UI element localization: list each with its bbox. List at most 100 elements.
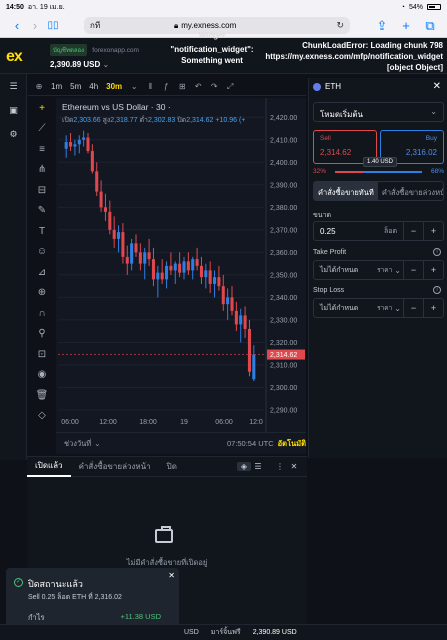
price-chart[interactable]: 2,420.00 2,410.00 2,400.00 2,390.00 2,380.00… xyxy=(56,98,306,432)
candle-body xyxy=(77,139,81,145)
share-icon[interactable]: ⇪ xyxy=(373,18,391,34)
ruler-icon[interactable]: ⊿ xyxy=(30,262,54,283)
exness-logo[interactable]: ex xyxy=(6,48,23,66)
tp-label: Take Profit xyxy=(313,249,347,256)
buy-price: 2,316.02 xyxy=(405,148,437,157)
chevron-down-icon[interactable]: ⌄ xyxy=(394,304,403,313)
tp-mode-select[interactable]: ราคา xyxy=(377,265,394,275)
layers-icon[interactable]: ☰ xyxy=(251,462,265,471)
sentiment-bar: 32% 68% xyxy=(313,168,444,176)
tabs-icon[interactable]: ⧉ xyxy=(421,18,439,34)
x-tick-label: 06:00 xyxy=(61,419,79,426)
channel-icon[interactable]: ≡ xyxy=(30,139,54,160)
indicators-icon[interactable]: ƒ xyxy=(159,82,173,91)
redo-icon[interactable]: ↷ xyxy=(207,82,221,91)
tp-input[interactable]: ไม่ได้กำหนด xyxy=(314,265,358,276)
sl-increase-button[interactable]: + xyxy=(423,299,443,317)
footer-margin-label: มาร์จิ้นฟรี xyxy=(210,629,241,636)
tp-decrease-button[interactable]: − xyxy=(403,261,423,279)
timeframe-1m[interactable]: 1m xyxy=(48,82,65,91)
volume-label: ขนาด xyxy=(313,212,332,219)
footer-margin-value: 2,390.89 USD xyxy=(252,629,297,636)
eye-icon[interactable]: ◉ xyxy=(30,365,54,386)
settings-icon[interactable]: ⚙ xyxy=(0,122,27,146)
sl-decrease-button[interactable]: − xyxy=(403,299,423,317)
trash-icon[interactable]: 🗑︎ xyxy=(30,385,54,406)
y-tick-label: 2,410.00 xyxy=(270,137,297,144)
order-mode-select[interactable]: โหมดเริ่มต้น ⌄ xyxy=(313,102,444,122)
candle-body xyxy=(169,265,173,271)
tab-open-positions[interactable]: เปิดแล้ว xyxy=(27,457,71,477)
x-tick-label: 19 xyxy=(180,419,188,426)
wifi-icon: ◔ xyxy=(400,3,405,11)
tab-market-order[interactable]: คำสั่งซื้อขายทันที xyxy=(314,182,378,200)
sl-mode-select[interactable]: ราคา xyxy=(377,303,394,313)
auto-scale-button[interactable]: อัตโนมัติ xyxy=(278,438,306,450)
trendline-icon[interactable]: ⟋ xyxy=(30,119,54,140)
chevron-down-icon[interactable]: ⌄ xyxy=(127,82,141,91)
layout-icon[interactable]: ⊞ xyxy=(175,82,189,91)
reader-aa-button[interactable]: กที xyxy=(90,19,100,32)
zoom-in-icon[interactable]: ⊕ xyxy=(30,283,54,304)
lock-icon[interactable]: ⊡ xyxy=(30,344,54,365)
date-range-button[interactable]: ช่วงวันที่ xyxy=(64,438,91,450)
volume-input[interactable]: 0.25 xyxy=(314,227,336,236)
tp-increase-button[interactable]: + xyxy=(423,261,443,279)
view-icon[interactable]: ◈ xyxy=(237,462,251,471)
undo-icon[interactable]: ↶ xyxy=(191,82,205,91)
candles-icon[interactable]: ⫴ xyxy=(143,82,157,92)
more-icon[interactable]: ⋮ xyxy=(273,462,287,471)
error-widget-top: Widget xyxy=(198,31,226,40)
chevron-down-icon[interactable]: ⌄ xyxy=(94,439,100,448)
volume-decrease-button[interactable]: − xyxy=(403,222,423,240)
pitchfork-icon[interactable]: ⋔ xyxy=(30,160,54,181)
tab-closed-positions[interactable]: ปิด xyxy=(159,457,185,477)
brush-icon[interactable]: ✎ xyxy=(30,201,54,222)
lock-drawing-icon[interactable]: ⚲ xyxy=(30,324,54,345)
info-icon[interactable]: i xyxy=(433,248,441,256)
fib-icon[interactable]: ⊟ xyxy=(30,180,54,201)
volume-increase-button[interactable]: + xyxy=(423,222,443,240)
text-icon[interactable]: T xyxy=(30,221,54,242)
panel-header: ETH xyxy=(313,82,341,91)
emoji-icon[interactable]: ☺ xyxy=(30,242,54,263)
sentiment-sell: 32% xyxy=(313,168,327,175)
reload-icon[interactable]: ↻ xyxy=(336,20,344,31)
new-tab-icon[interactable]: + xyxy=(397,18,415,34)
close-icon[interactable]: ✕ xyxy=(433,81,441,92)
sl-input[interactable]: ไม่ได้กำหนด xyxy=(314,303,358,314)
close-icon[interactable]: ✕ xyxy=(168,571,175,580)
volume-unit: ล็อต xyxy=(383,227,397,235)
timeframe-5m[interactable]: 5m xyxy=(67,82,84,91)
crosshair-icon[interactable]: + xyxy=(30,98,54,119)
toast-profit-label: กำไร xyxy=(28,613,45,622)
fullscreen-icon[interactable]: ⤢ xyxy=(223,82,237,92)
candle-body xyxy=(178,263,182,273)
y-tick-label: 2,320.00 xyxy=(270,340,297,347)
open-label: เปิด xyxy=(62,117,74,124)
sl-label: Stop Loss xyxy=(313,287,345,294)
add-symbol-icon[interactable]: ⊕ xyxy=(32,82,46,91)
tab-pending-positions[interactable]: คำสั่งซื้อขายล่วงหน้า xyxy=(71,457,159,477)
candle-body xyxy=(204,270,208,278)
candle-body xyxy=(195,259,199,266)
y-tick-label: 2,350.00 xyxy=(270,272,297,279)
tab-pending-order[interactable]: คำสั่งซื้อขายล่วงหน้า xyxy=(378,182,443,200)
timeframe-4h[interactable]: 4h xyxy=(86,82,101,91)
magnet-icon[interactable]: ∩ xyxy=(30,303,54,324)
check-icon: ✓ xyxy=(14,578,23,587)
bookmarks-icon[interactable]: ▯▯ xyxy=(44,20,62,31)
close-icon[interactable]: ✕ xyxy=(287,462,301,471)
calendar-icon[interactable]: ▣ xyxy=(0,98,27,122)
back-icon[interactable]: ‹ xyxy=(8,18,26,33)
chevron-down-icon[interactable]: ⌄ xyxy=(394,266,403,275)
chart-toolbar: ⊕ 1m 5m 4h 30m ⌄ ⫴ ƒ ⊞ ↶ ↷ ⤢ xyxy=(28,78,306,96)
forward-icon[interactable]: › xyxy=(26,18,44,33)
more-tools-icon[interactable]: ◇ xyxy=(30,406,54,427)
timeframe-30m[interactable]: 30m xyxy=(103,82,125,91)
account-selector[interactable]: บัญชีทดลอง forexonapp.com 2,390.89 USD ⌄ xyxy=(50,44,139,69)
menu-icon[interactable]: ☰ xyxy=(0,74,27,98)
info-icon[interactable]: i xyxy=(433,286,441,294)
volume-field: 0.25 ล็อต − + xyxy=(313,221,444,241)
y-tick-label: 2,380.00 xyxy=(270,205,297,212)
